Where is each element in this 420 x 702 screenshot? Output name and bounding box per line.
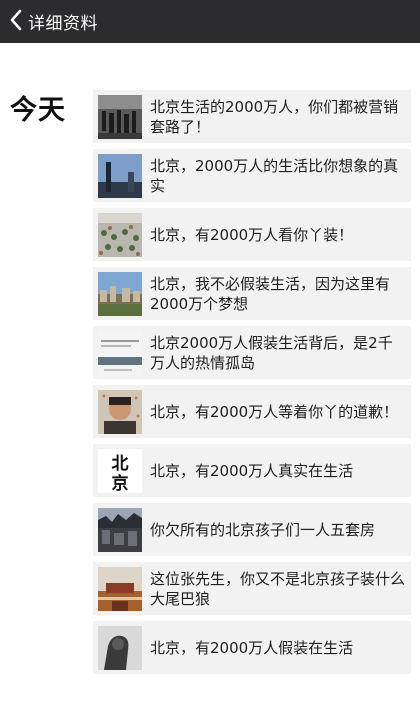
article-thumbnail bbox=[98, 94, 142, 139]
article-thumbnail bbox=[98, 330, 142, 375]
thumbnail-logo-text-1: 北 bbox=[112, 454, 129, 474]
article-title: 北京，2000万人的生活比你想象的真实 bbox=[150, 156, 399, 195]
article-title: 北京，有2000万人等着你丫的道歉！ bbox=[150, 402, 399, 421]
chevron-left-icon bbox=[9, 9, 23, 35]
article-thumbnail: 北京 bbox=[98, 448, 142, 493]
article-list: 北京生活的2000万人，你们都被营销套路了！ 北京，2000万人的生活比你想象的… bbox=[93, 90, 411, 680]
article-thumbnail bbox=[98, 625, 142, 670]
article-thumbnail bbox=[98, 507, 142, 552]
article-thumbnail bbox=[98, 153, 142, 198]
article-item[interactable]: 北京 北京，有2000万人真实在生活 bbox=[93, 444, 411, 497]
back-button[interactable]: 详细资料 bbox=[0, 0, 98, 43]
back-label: 详细资料 bbox=[28, 14, 98, 34]
article-item[interactable]: 北京，我不必假装生活，因为这里有2000万个梦想 bbox=[93, 267, 411, 320]
article-item[interactable]: 这位张先生，你又不是北京孩子装什么大尾巴狼 bbox=[93, 562, 411, 615]
article-item[interactable]: 北京，2000万人的生活比你想象的真实 bbox=[93, 149, 411, 202]
article-title: 北京2000万人假装生活背后，是2千万人的热情孤岛 bbox=[150, 333, 393, 372]
article-title: 这位张先生，你又不是北京孩子装什么大尾巴狼 bbox=[150, 569, 405, 608]
article-title: 北京生活的2000万人，你们都被营销套路了！ bbox=[150, 97, 399, 136]
article-item[interactable]: 北京，有2000万人等着你丫的道歉！ bbox=[93, 385, 411, 438]
article-title: 北京，有2000万人看你丫装！ bbox=[150, 225, 354, 244]
article-thumbnail bbox=[98, 566, 142, 611]
thumbnail-logo-text-2: 京 bbox=[112, 473, 129, 493]
article-thumbnail bbox=[98, 271, 142, 316]
article-item[interactable]: 北京2000万人假装生活背后，是2千万人的热情孤岛 bbox=[93, 326, 411, 379]
article-item[interactable]: 北京生活的2000万人，你们都被营销套路了！ bbox=[93, 90, 411, 143]
article-item[interactable]: 北京，有2000万人看你丫装！ bbox=[93, 208, 411, 261]
article-title: 北京，我不必假装生活，因为这里有2000万个梦想 bbox=[150, 274, 391, 313]
article-thumbnail bbox=[98, 389, 142, 434]
article-title: 北京，有2000万人假装在生活 bbox=[150, 638, 354, 657]
article-item[interactable]: 你欠所有的北京孩子们一人五套房 bbox=[93, 503, 411, 556]
article-title: 北京，有2000万人真实在生活 bbox=[150, 461, 354, 480]
article-item[interactable]: 北京，有2000万人假装在生活 bbox=[93, 621, 411, 674]
date-heading: 今天 bbox=[10, 95, 66, 126]
article-title: 你欠所有的北京孩子们一人五套房 bbox=[150, 520, 376, 539]
navigation-bar: 详细资料 bbox=[0, 0, 420, 43]
article-thumbnail bbox=[98, 212, 142, 257]
